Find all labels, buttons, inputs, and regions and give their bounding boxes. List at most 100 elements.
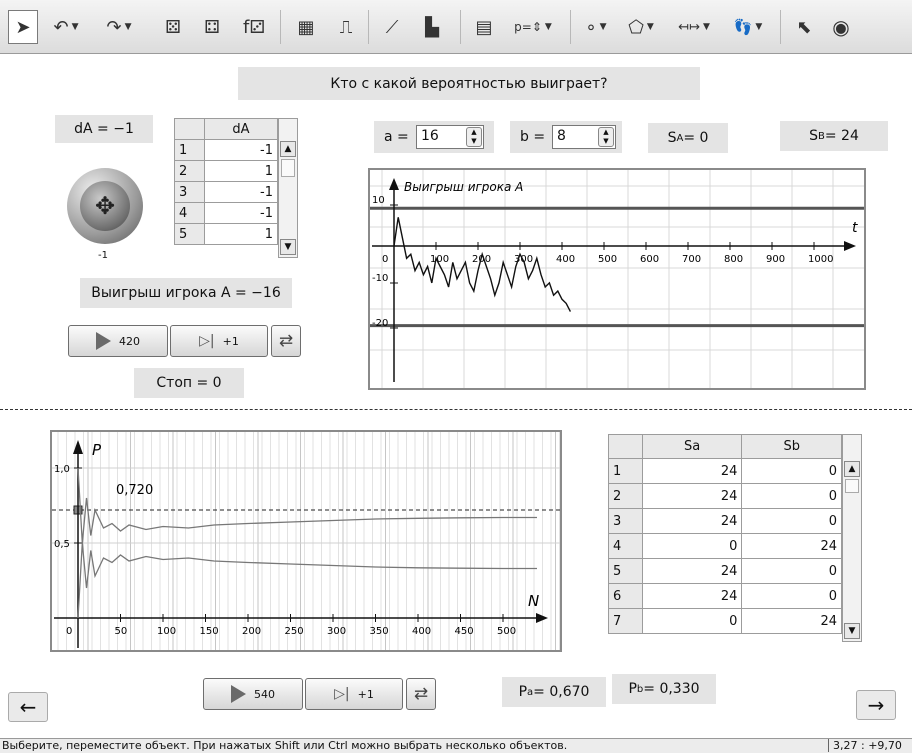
step-button-bottom[interactable]: ▷| +1: [305, 678, 403, 710]
table-cell[interactable]: 0: [741, 458, 842, 484]
toolbar-separator: [280, 10, 281, 44]
point-dropdown-icon[interactable]: ▼: [600, 22, 607, 32]
table-cell[interactable]: 0: [741, 508, 842, 534]
parameter-icon[interactable]: p=⇕ ▼: [508, 10, 558, 44]
da-table-scrollbar[interactable]: ▲ ▼: [278, 118, 298, 258]
scroll-up-icon[interactable]: ▲: [844, 461, 860, 477]
table-row[interactable]: 3 24 0: [608, 508, 842, 534]
measure-glyph: ↤↦: [678, 19, 700, 35]
table-row[interactable]: 51: [174, 223, 279, 245]
prev-page-button[interactable]: ←: [8, 692, 48, 722]
table-cell[interactable]: 24: [641, 508, 743, 534]
da-table[interactable]: dA 1 -1 21 3 -1 4 -1 51: [174, 118, 279, 245]
y-tick-label: -20: [372, 318, 388, 329]
polygon-dropdown-icon[interactable]: ▼: [647, 22, 654, 32]
reset-button-bottom[interactable]: ⇄: [406, 678, 436, 710]
scroll-down-icon[interactable]: ▼: [280, 239, 296, 255]
calculator-icon[interactable]: ▤: [468, 10, 500, 44]
sb-label: SB = 24: [780, 121, 888, 151]
table-row[interactable]: 4 -1: [174, 202, 279, 224]
table-cell[interactable]: 1: [203, 223, 279, 245]
measure-dropdown-icon[interactable]: ▼: [703, 22, 710, 32]
row-header: 5: [608, 558, 643, 584]
table-cell[interactable]: 0: [641, 608, 743, 634]
table-cell[interactable]: 0: [741, 483, 842, 509]
table-cell[interactable]: 24: [641, 483, 743, 509]
show-pointer-icon[interactable]: ⬉: [788, 10, 820, 44]
table-row[interactable]: 7 0 24: [608, 608, 842, 634]
x-axis-label: t: [852, 220, 858, 236]
dice-icon[interactable]: ⚄: [158, 10, 188, 44]
line-chart-icon[interactable]: ⟋: [376, 10, 408, 44]
status-bar: Выберите, переместите объект. При нажаты…: [0, 738, 912, 753]
table-cell[interactable]: -1: [203, 181, 279, 203]
column-header[interactable]: dA: [203, 118, 279, 140]
undo-dropdown-icon[interactable]: ▼: [72, 22, 79, 32]
table-cell[interactable]: 0: [641, 533, 743, 559]
calculator-glyph: ▤: [475, 16, 493, 38]
dice-arrow-glyph: ⚃: [204, 16, 220, 38]
table-icon[interactable]: ▦: [290, 10, 322, 44]
table-cell[interactable]: 0: [741, 583, 842, 609]
table-cell[interactable]: -1: [203, 139, 279, 161]
column-header-sb[interactable]: Sb: [741, 434, 842, 459]
redo-dropdown-icon[interactable]: ▼: [125, 22, 132, 32]
walk-chart[interactable]: Выигрыш игрока At0 100 200 300 400 500 600 700 8…: [368, 168, 866, 390]
s-table[interactable]: Sa Sb 1 24 0 2 24 0 3 24 0 4 0 24 5 24 0 6 24 0 7 0 24: [608, 434, 842, 634]
function-dice-icon[interactable]: f⚂: [234, 10, 274, 44]
step-button[interactable]: ▷| +1: [170, 325, 268, 357]
scroll-up-icon[interactable]: ▲: [280, 141, 296, 157]
table-cell[interactable]: 1: [203, 160, 279, 182]
table-row[interactable]: 21: [174, 160, 279, 182]
redo-icon[interactable]: ↷ ▼: [94, 10, 144, 44]
table-row[interactable]: 1 -1: [174, 139, 279, 161]
x-tick-label: 400: [556, 254, 575, 265]
scroll-thumb[interactable]: [281, 159, 295, 177]
x-axis-label: N: [528, 592, 539, 610]
next-page-button[interactable]: →: [856, 690, 896, 720]
table-row[interactable]: 6 24 0: [608, 583, 842, 609]
play-button[interactable]: 420: [68, 325, 168, 357]
table-row[interactable]: 1 24 0: [608, 458, 842, 484]
measure-icon[interactable]: ↤↦ ▼: [668, 10, 720, 44]
redo-glyph: ↷: [106, 16, 122, 38]
table-cell[interactable]: 24: [641, 583, 743, 609]
polygon-icon[interactable]: ⬠ ▼: [618, 10, 664, 44]
show-pointer-glyph: ⬉: [796, 16, 812, 38]
table-cell[interactable]: 24: [641, 458, 743, 484]
table-row[interactable]: 5 24 0: [608, 558, 842, 584]
table-cell[interactable]: -1: [203, 202, 279, 224]
table-cell[interactable]: 24: [641, 558, 743, 584]
table-cell[interactable]: 24: [741, 533, 842, 559]
row-header: 1: [174, 139, 205, 161]
run-button[interactable]: 540: [203, 678, 303, 710]
undo-icon[interactable]: ↶ ▼: [44, 10, 88, 44]
param-a-spinner-icon[interactable]: ▲ ▼: [466, 127, 482, 147]
table-row[interactable]: 4 0 24: [608, 533, 842, 559]
eye-icon[interactable]: ◉: [824, 10, 858, 44]
point-icon[interactable]: ∘ ▼: [578, 10, 614, 44]
refresh-icon: ⇄: [413, 684, 429, 704]
pointer-icon[interactable]: ➤: [8, 10, 38, 44]
table-row[interactable]: 2 24 0: [608, 483, 842, 509]
param-b-spinner-icon[interactable]: ▲ ▼: [598, 127, 614, 147]
table-row[interactable]: 3 -1: [174, 181, 279, 203]
trace-dropdown-icon[interactable]: ▼: [755, 22, 762, 32]
scroll-down-icon[interactable]: ▼: [844, 623, 860, 639]
step-chart-icon[interactable]: ⎍: [330, 10, 362, 44]
dice-arrow-icon[interactable]: ⚃: [196, 10, 228, 44]
param-a-label: a =: [384, 129, 409, 145]
probability-chart[interactable]: 0,720 P N 1,0 0,5 0 50 100 150 200 250 300 350 400 450…: [50, 430, 562, 652]
column-header-sa[interactable]: Sa: [641, 434, 743, 459]
table-cell[interactable]: 24: [741, 608, 842, 634]
histogram-glyph: ▙: [425, 16, 439, 38]
page-title: Кто с какой вероятностью выиграет?: [238, 67, 700, 100]
s-table-scrollbar[interactable]: ▲ ▼: [842, 434, 862, 642]
trace-icon[interactable]: 👣 ▼: [724, 10, 772, 44]
coin-center: ✥: [80, 181, 130, 231]
parameter-dropdown-icon[interactable]: ▼: [545, 22, 552, 32]
reset-button[interactable]: ⇄: [271, 325, 301, 357]
table-cell[interactable]: 0: [741, 558, 842, 584]
scroll-thumb[interactable]: [845, 479, 859, 493]
histogram-icon[interactable]: ▙: [416, 10, 448, 44]
